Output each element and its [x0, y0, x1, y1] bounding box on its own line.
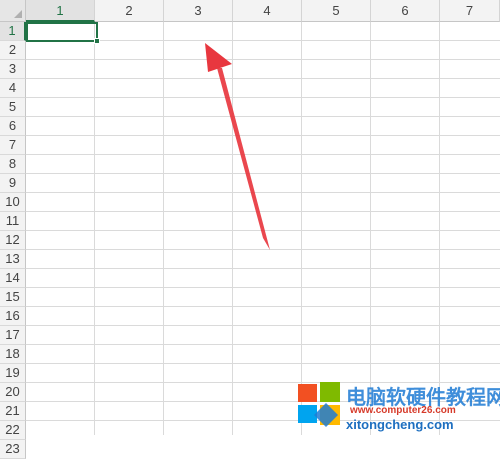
- row-header-21[interactable]: 21: [0, 402, 26, 421]
- column-header-5[interactable]: 5: [302, 0, 371, 22]
- row-header-7[interactable]: 7: [0, 136, 26, 155]
- row-header-6[interactable]: 6: [0, 117, 26, 136]
- row-header-10[interactable]: 10: [0, 193, 26, 212]
- row-header-8[interactable]: 8: [0, 155, 26, 174]
- row-header-2[interactable]: 2: [0, 41, 26, 60]
- row-header-13[interactable]: 13: [0, 250, 26, 269]
- row-header-11[interactable]: 11: [0, 212, 26, 231]
- row-header-5[interactable]: 5: [0, 98, 26, 117]
- row-header-20[interactable]: 20: [0, 383, 26, 402]
- row-header-12[interactable]: 12: [0, 231, 26, 250]
- row-header-16[interactable]: 16: [0, 307, 26, 326]
- watermark-url-secondary: xitongcheng.com: [346, 417, 454, 432]
- column-header-3[interactable]: 3: [164, 0, 233, 22]
- row-header-18[interactable]: 18: [0, 345, 26, 364]
- column-header-7[interactable]: 7: [440, 0, 500, 22]
- row-header-1[interactable]: 1: [0, 22, 26, 41]
- column-header-6[interactable]: 6: [371, 0, 440, 22]
- row-header-14[interactable]: 14: [0, 269, 26, 288]
- row-header-15[interactable]: 15: [0, 288, 26, 307]
- select-all-triangle-icon: [14, 10, 22, 18]
- spreadsheet-grid-view: 1234567 1 2 3 4 5 6 7 8 9 10 11 12 13 14 15 16 17 18 19 20 2…: [0, 0, 500, 459]
- row-header-22[interactable]: 22: [0, 421, 26, 440]
- column-header-4[interactable]: 4: [233, 0, 302, 22]
- cell-grid[interactable]: [26, 22, 500, 435]
- watermark-url-primary: www.computer26.com: [350, 405, 456, 416]
- row-header-4[interactable]: 4: [0, 79, 26, 98]
- fill-handle[interactable]: [94, 38, 100, 44]
- row-header-9[interactable]: 9: [0, 174, 26, 193]
- column-header-2[interactable]: 2: [95, 0, 164, 22]
- active-cell-selection[interactable]: [26, 22, 98, 42]
- row-header-23[interactable]: 23: [0, 440, 26, 459]
- site-watermark: 电脑软硬件教程网 www.computer26.com xitongcheng.…: [290, 375, 500, 435]
- row-header-19[interactable]: 19: [0, 364, 26, 383]
- column-header-1[interactable]: 1: [26, 0, 95, 22]
- row-header-3[interactable]: 3: [0, 60, 26, 79]
- select-all-corner[interactable]: [0, 0, 26, 22]
- row-header-17[interactable]: 17: [0, 326, 26, 345]
- windows-logo-icon: [298, 382, 340, 427]
